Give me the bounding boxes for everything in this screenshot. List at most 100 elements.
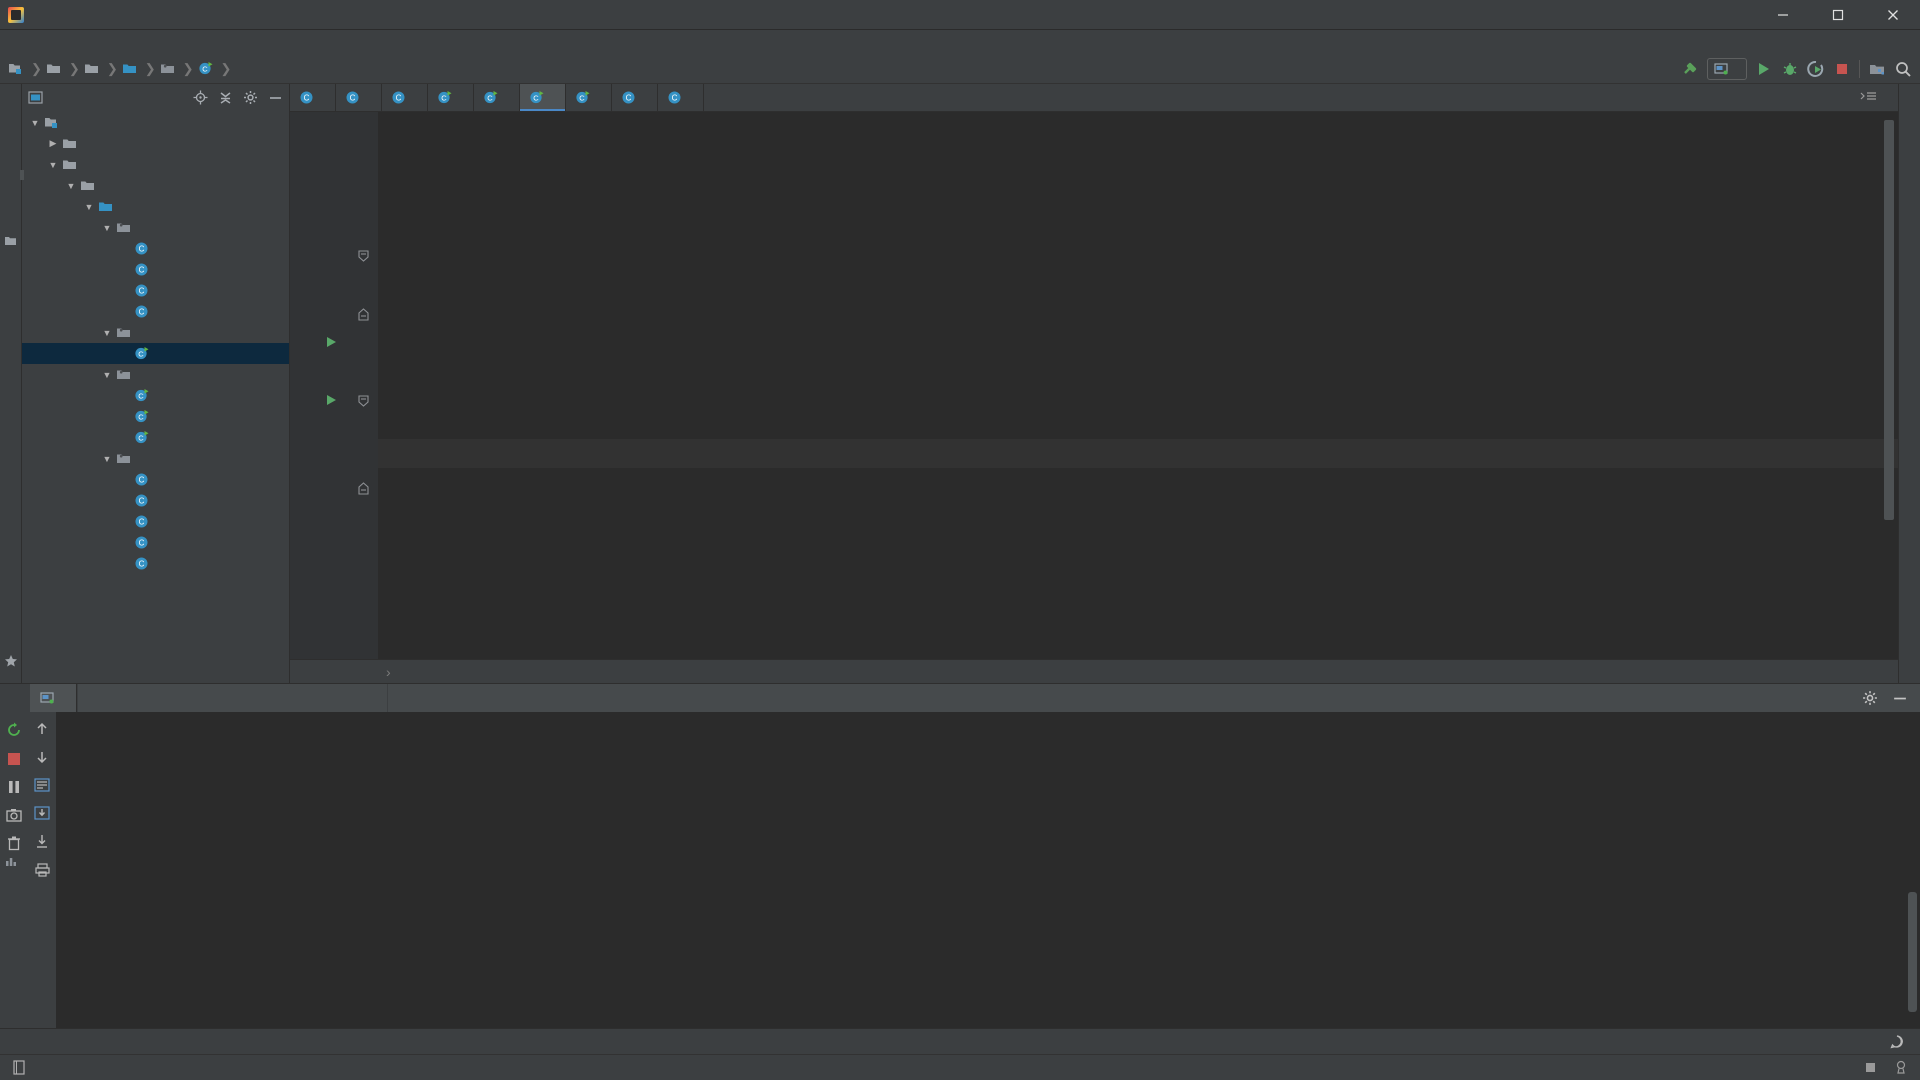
gutter-line[interactable] [290, 468, 378, 497]
run-icon[interactable] [1755, 60, 1773, 78]
breadcrumb-item-changrong[interactable] [8, 61, 27, 76]
code-line[interactable] [378, 236, 1898, 265]
gutter-line[interactable] [290, 294, 378, 323]
menu-item-tools[interactable] [168, 40, 186, 44]
gutter-line[interactable] [290, 497, 378, 526]
editor-tab-shopuserindex-java[interactable]: C [566, 84, 612, 111]
hammer-icon[interactable] [1681, 60, 1699, 78]
menu-item-navigate[interactable] [60, 40, 78, 44]
inspection-level-icon[interactable] [1895, 1060, 1910, 1075]
tree-node-list[interactable]: C [22, 469, 289, 490]
gutter-line[interactable] [290, 149, 378, 178]
gutter-line[interactable] [290, 323, 378, 352]
chevron-down-icon[interactable]: ▼ [82, 202, 96, 212]
collapse-all-icon[interactable] [218, 90, 233, 105]
gear-icon[interactable] [1862, 690, 1878, 706]
tree-node-login-util[interactable]: C [22, 490, 289, 511]
locate-icon[interactable] [193, 90, 208, 105]
code-line[interactable] [378, 381, 1898, 410]
soft-wrap-icon[interactable] [34, 778, 50, 792]
menu-item-vcs[interactable] [186, 40, 204, 44]
maximize-button[interactable] [1810, 0, 1865, 30]
run-with-coverage-icon[interactable] [1807, 60, 1825, 78]
code-line[interactable] [378, 120, 1898, 149]
tree-node-jdbc-util[interactable]: C [22, 553, 289, 574]
tree-node-src[interactable]: ▼ [22, 154, 289, 175]
run-console-output[interactable] [56, 712, 1920, 1028]
chevron-down-icon[interactable]: ▼ [100, 454, 114, 464]
gear-icon[interactable] [243, 90, 258, 105]
menu-item-run[interactable] [150, 40, 168, 44]
chevron-down-icon[interactable]: ▼ [100, 328, 114, 338]
project-tree[interactable]: ▼▶▼▼▼▼CCCC▼C▼CCC▼CCCCC [22, 110, 289, 683]
editor-tab-book-java[interactable]: C [382, 84, 428, 111]
menu-item-view[interactable] [42, 40, 60, 44]
breadcrumb-item-boot[interactable] [160, 61, 179, 76]
tree-node-crud-util[interactable]: ▼ [22, 448, 289, 469]
editor-scrollbar-thumb[interactable] [1884, 120, 1894, 520]
code-line[interactable] [378, 410, 1898, 439]
search-everywhere-icon[interactable] [1894, 60, 1912, 78]
code-line[interactable] [378, 526, 1898, 555]
tree-node-shopuser[interactable]: C [22, 280, 289, 301]
chevron-down-icon[interactable]: ▼ [64, 181, 78, 191]
editor-tab-application-java[interactable]: C [520, 84, 566, 111]
menu-item-file[interactable] [6, 40, 24, 44]
code-line[interactable] [378, 265, 1898, 294]
minimize-button[interactable] [1755, 0, 1810, 30]
code-line[interactable] [378, 149, 1898, 178]
code-line[interactable] [378, 352, 1898, 381]
code-line[interactable] [378, 439, 1898, 468]
rerun-icon[interactable] [6, 722, 22, 738]
tree-node-user[interactable]: C [22, 301, 289, 322]
breadcrumb-item-application[interactable]: C [198, 61, 217, 76]
tree-node-login[interactable]: C [22, 385, 289, 406]
tree-node-changrong[interactable]: ▼ [22, 112, 289, 133]
editor-tab-select-java[interactable]: C [658, 84, 704, 111]
gutter-line[interactable] [290, 207, 378, 236]
menu-item-code[interactable] [78, 40, 96, 44]
gutter-line[interactable] [290, 439, 378, 468]
camera-icon[interactable] [6, 808, 22, 822]
trash-icon[interactable] [7, 836, 21, 851]
gutter-line[interactable] [290, 526, 378, 555]
print-icon[interactable] [35, 863, 50, 877]
event-log-icon[interactable] [1890, 1035, 1904, 1049]
tree-node-controller[interactable]: ▼ [22, 364, 289, 385]
menu-item-help[interactable] [222, 40, 240, 44]
breadcrumb-item-main[interactable] [84, 61, 103, 76]
tree-node-update[interactable]: C [22, 532, 289, 553]
project-structure-icon[interactable] [1868, 60, 1886, 78]
editor-tab-jdbc-util-java[interactable]: C [612, 84, 658, 111]
code-line[interactable] [378, 497, 1898, 526]
editor-tab-shopuser-java[interactable]: C [290, 84, 336, 111]
gutter-line[interactable] [290, 236, 378, 265]
editor-tab-login-java[interactable]: C [474, 84, 520, 111]
editor-tab-user-java[interactable]: C [336, 84, 382, 111]
run-configuration-selector[interactable] [1707, 58, 1747, 80]
inspections-icon[interactable] [1860, 90, 1882, 105]
chevron-down-icon[interactable]: ▼ [28, 118, 42, 128]
editor-tab-crudtest-java[interactable]: C [428, 84, 474, 111]
menu-item-edit[interactable] [24, 40, 42, 44]
tree-node-select[interactable]: C [22, 511, 289, 532]
tree-node--idea[interactable]: ▶ [22, 133, 289, 154]
stop-icon[interactable] [1833, 60, 1851, 78]
code-line[interactable] [378, 468, 1898, 497]
stop-icon[interactable] [7, 752, 21, 766]
gutter-line[interactable] [290, 410, 378, 439]
breadcrumb-item-java[interactable] [122, 61, 141, 76]
code-editor[interactable] [290, 112, 1898, 659]
tree-node-java[interactable]: ▼ [22, 196, 289, 217]
tree-node-userindex[interactable]: C [22, 427, 289, 448]
chevron-down-icon[interactable]: ▼ [100, 223, 114, 233]
gutter-line[interactable] [290, 178, 378, 207]
read-only-icon[interactable] [1864, 1061, 1877, 1074]
chevron-down-icon[interactable]: ▼ [100, 370, 114, 380]
code-line[interactable] [378, 207, 1898, 236]
menu-item-analyze[interactable] [96, 40, 114, 44]
up-arrow-icon[interactable] [35, 722, 49, 736]
tree-node-shopuserindex[interactable]: C [22, 406, 289, 427]
gutter-line[interactable] [290, 381, 378, 410]
chevron-right-icon[interactable]: ▶ [46, 138, 60, 149]
